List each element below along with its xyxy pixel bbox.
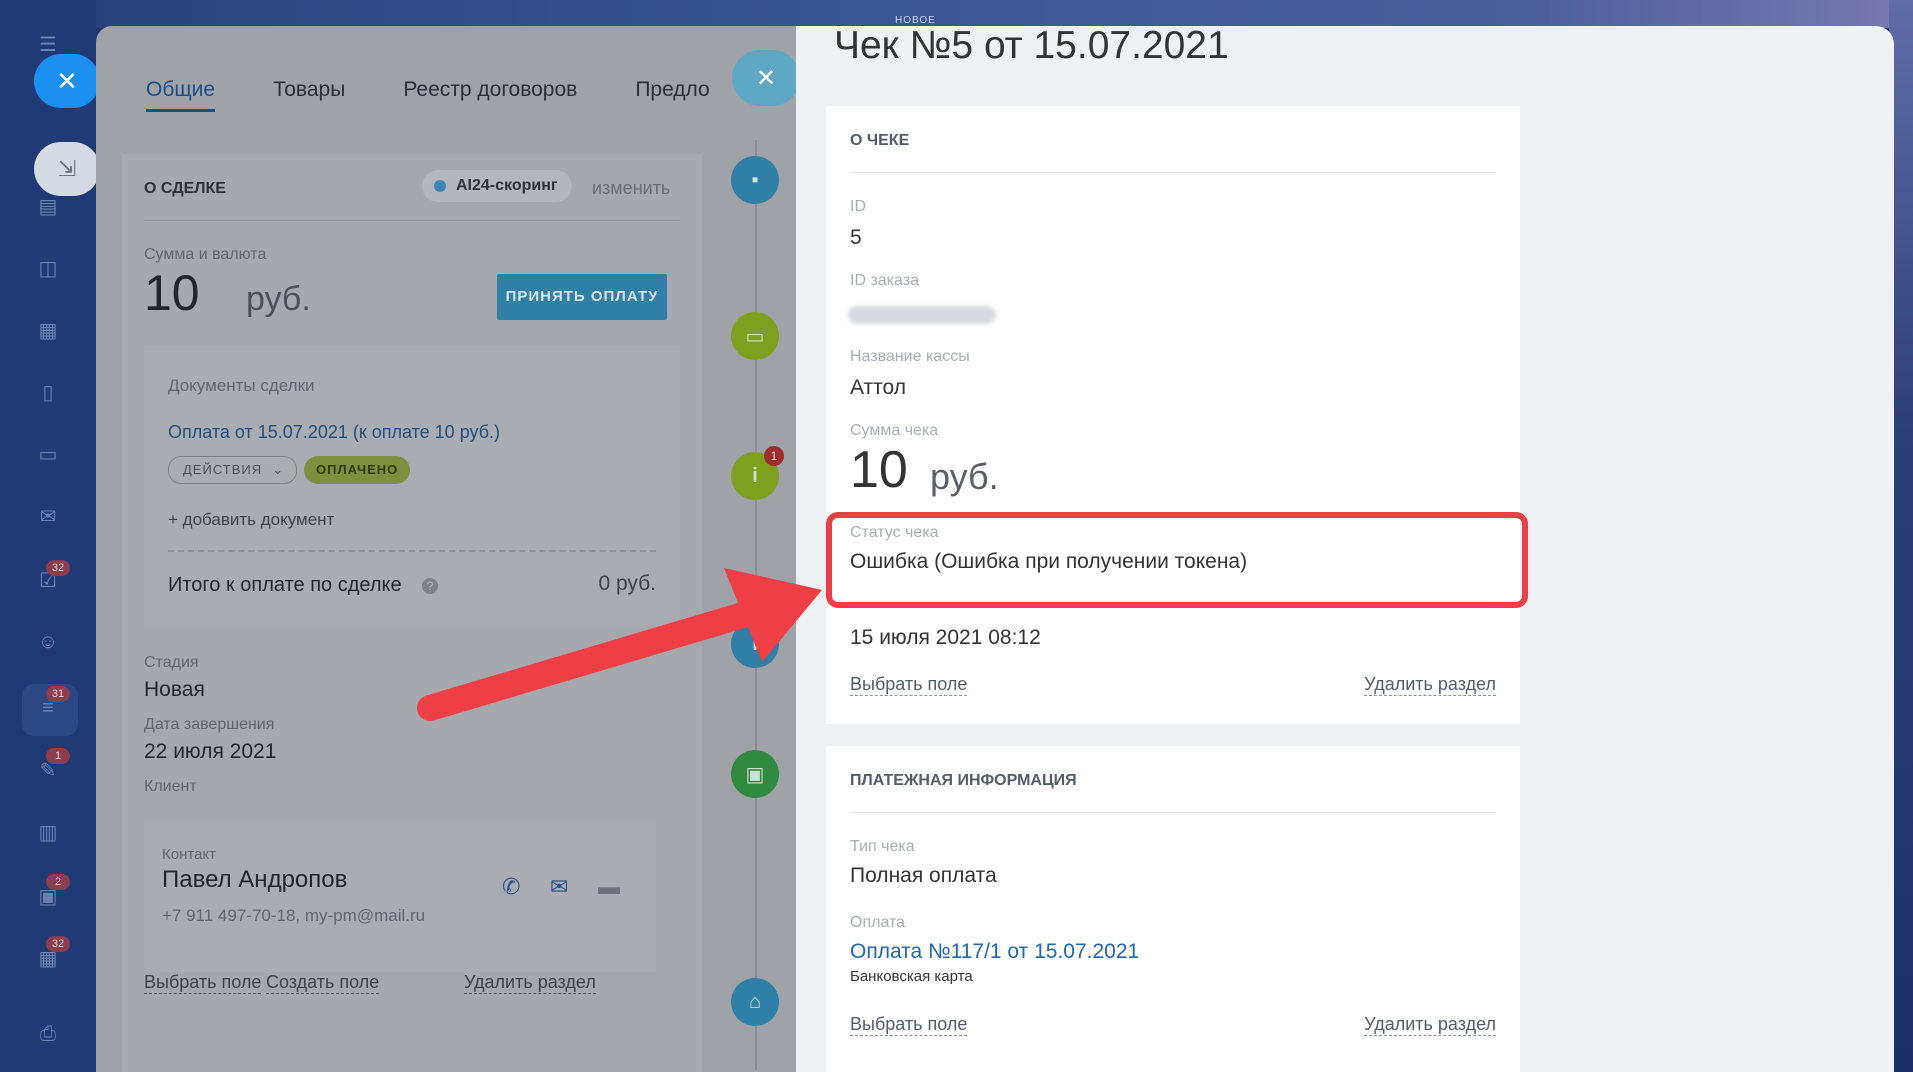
annotation-arrow (417, 568, 822, 721)
annotation-arrow-shaft (417, 597, 773, 721)
